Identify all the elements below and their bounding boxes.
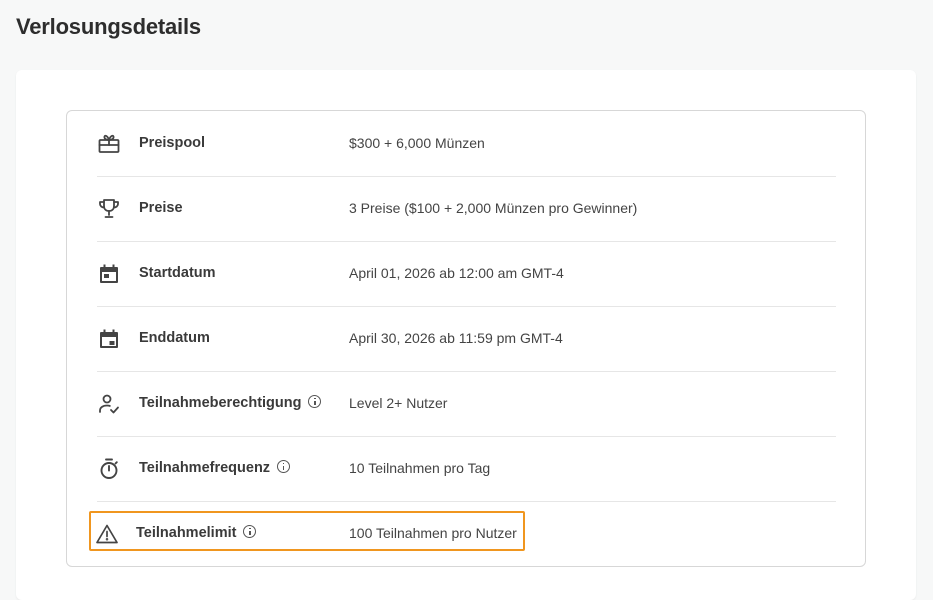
detail-value: Level 2+ Nutzer xyxy=(349,395,448,411)
details-card: Preispool $300 + 6,000 Münzen Preise 3 P… xyxy=(16,70,916,600)
detail-row-prize-pool: Preispool $300 + 6,000 Münzen xyxy=(97,111,836,177)
detail-label: Preispool xyxy=(139,135,206,151)
detail-row-prizes: Preise 3 Preise ($100 + 2,000 Münzen pro… xyxy=(97,176,836,242)
detail-row-eligibility: Teilnahmeberechtigung Level 2+ Nutzer xyxy=(97,371,836,437)
detail-value: 10 Teilnahmen pro Tag xyxy=(349,460,491,476)
calendar-end-icon xyxy=(97,327,121,351)
detail-value: 3 Preise ($100 + 2,000 Münzen pro Gewinn… xyxy=(349,200,638,216)
detail-row-start-date: Startdatum April 01, 2026 ab 12:00 am GM… xyxy=(97,241,836,307)
gift-icon xyxy=(97,132,121,156)
calendar-start-icon xyxy=(97,262,121,286)
detail-row-end-date: Enddatum April 30, 2026 ab 11:59 pm GMT-… xyxy=(97,306,836,372)
details-list: Preispool $300 + 6,000 Münzen Preise 3 P… xyxy=(66,110,866,567)
info-icon[interactable] xyxy=(308,395,322,408)
detail-row-frequency: Teilnahmefrequenz 10 Teilnahmen pro Tag xyxy=(97,436,836,502)
detail-label: Teilnahmeberechtigung xyxy=(139,371,322,436)
detail-label: Startdatum xyxy=(139,265,216,281)
page-title: Verlosungsdetails xyxy=(16,14,201,39)
detail-value: April 01, 2026 ab 12:00 am GMT-4 xyxy=(349,265,564,281)
detail-value: $300 + 6,000 Münzen xyxy=(349,135,485,151)
trophy-icon xyxy=(97,197,121,221)
stopwatch-icon xyxy=(97,457,121,481)
detail-value: April 30, 2026 ab 11:59 pm GMT-4 xyxy=(349,330,563,346)
detail-label: Enddatum xyxy=(139,330,210,346)
highlight-box xyxy=(89,511,525,551)
user-check-icon xyxy=(97,392,121,416)
info-icon[interactable] xyxy=(277,460,291,473)
detail-label: Teilnahmefrequenz xyxy=(139,436,291,501)
detail-label: Preise xyxy=(139,200,183,216)
